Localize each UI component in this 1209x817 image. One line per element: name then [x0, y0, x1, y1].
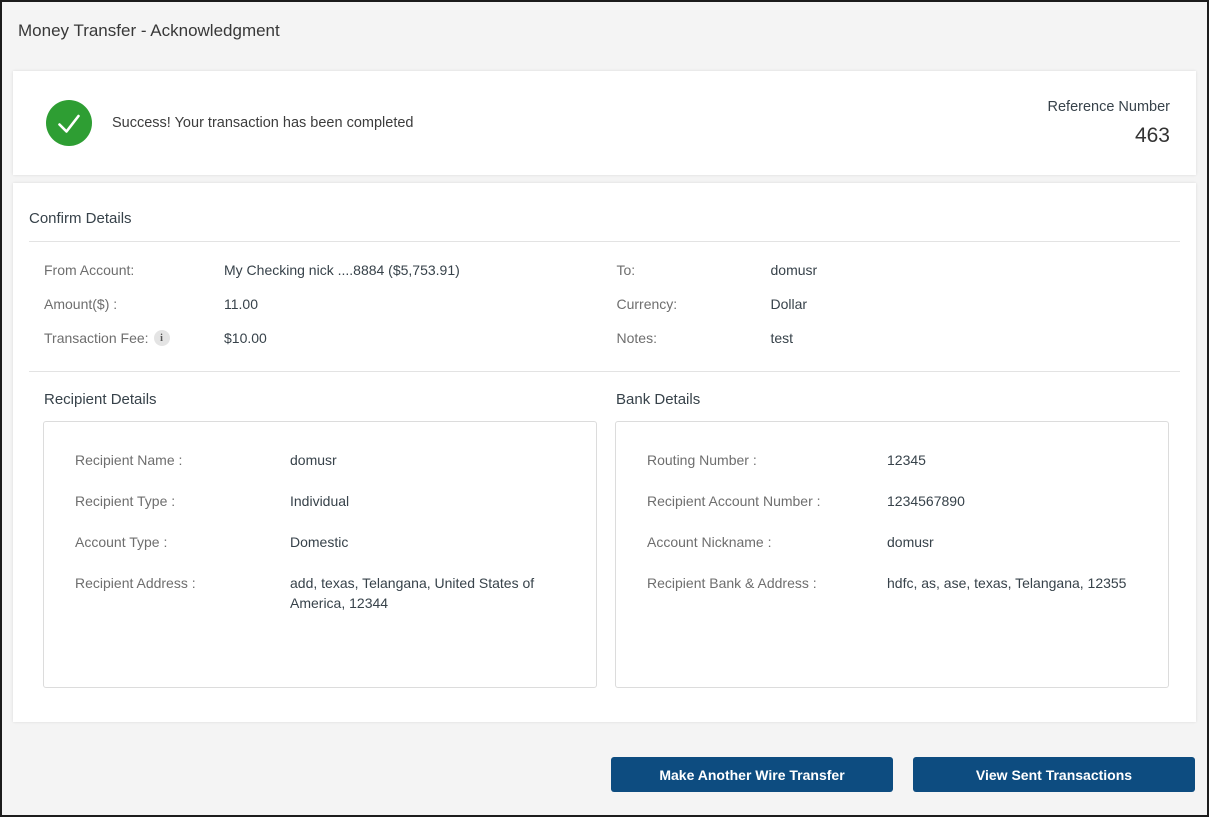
field-recipient-bank-address: Recipient Bank & Address : hdfc, as, ase… [647, 573, 1140, 593]
field-value: test [770, 330, 794, 346]
field-label: Recipient Type : [75, 493, 176, 509]
field-value: hdfc, as, ase, texas, Telangana, 12355 [887, 575, 1127, 591]
success-check-icon [46, 100, 92, 146]
field-account-nickname: Account Nickname : domusr [647, 532, 1140, 552]
bank-details-heading: Bank Details [616, 391, 701, 408]
field-value: Dollar [770, 296, 808, 312]
field-value: Domestic [290, 534, 349, 550]
field-value: My Checking nick ....8884 ($5,753.91) [224, 262, 460, 278]
field-label: Recipient Name : [75, 452, 183, 468]
field-label: Notes: [616, 330, 657, 346]
field-value: $10.00 [224, 330, 267, 346]
view-sent-transactions-button[interactable]: View Sent Transactions [913, 757, 1195, 792]
field-recipient-account-number: Recipient Account Number : 1234567890 [647, 491, 1140, 511]
bank-details-box: Routing Number : 12345 Recipient Account… [615, 421, 1169, 688]
details-card: Confirm Details From Account: My Checkin… [13, 183, 1196, 722]
field-label: Recipient Account Number : [647, 493, 821, 509]
reference-number-label: Reference Number [1047, 98, 1171, 115]
reference-number-block: Reference Number 463 [1048, 99, 1197, 148]
reference-number-value: 463 [1134, 123, 1170, 147]
recipient-details-section: Recipient Details Recipient Name : domus… [43, 372, 597, 688]
field-recipient-type: Recipient Type : Individual [75, 491, 568, 511]
field-label: Account Nickname : [647, 534, 772, 550]
field-label: To: [616, 262, 636, 278]
confirm-details-heading: Confirm Details [29, 210, 132, 227]
field-label: From Account: [44, 262, 135, 278]
field-from-account: From Account: My Checking nick ....8884 … [13, 253, 605, 287]
field-label: Transaction Fee: [44, 330, 149, 346]
field-label: Currency: [616, 296, 678, 312]
confirm-details-fields: From Account: My Checking nick ....8884 … [13, 242, 1196, 355]
field-label: Recipient Address : [75, 575, 196, 591]
field-transaction-fee: Transaction Fee: i $10.00 [13, 321, 605, 355]
field-amount: Amount($) : 11.00 [13, 287, 605, 321]
field-recipient-address: Recipient Address : add, texas, Telangan… [75, 573, 568, 613]
field-currency: Currency: Dollar [605, 287, 1197, 321]
success-message: Success! Your transaction has been compl… [112, 115, 414, 131]
field-label: Routing Number : [647, 452, 757, 468]
field-value: 1234567890 [887, 493, 965, 509]
bank-details-section: Bank Details Routing Number : 12345 Reci… [615, 372, 1169, 688]
field-value: Individual [290, 493, 350, 509]
recipient-details-box: Recipient Name : domusr Recipient Type :… [43, 421, 597, 688]
field-value: add, texas, Telangana, United States of … [290, 575, 535, 611]
action-buttons: Make Another Wire Transfer View Sent Tra… [2, 757, 1195, 792]
field-account-type: Account Type : Domestic [75, 532, 568, 552]
field-label: Account Type : [75, 534, 168, 550]
field-to: To: domusr [605, 253, 1197, 287]
field-label: Amount($) : [44, 296, 118, 312]
success-banner: Success! Your transaction has been compl… [13, 71, 1196, 175]
field-value: 11.00 [224, 296, 258, 312]
field-value: domusr [770, 262, 818, 278]
field-notes: Notes: test [605, 321, 1197, 355]
field-value: 12345 [887, 452, 926, 468]
field-value: domusr [290, 452, 337, 468]
field-recipient-name: Recipient Name : domusr [75, 450, 568, 470]
field-label: Recipient Bank & Address : [647, 575, 817, 591]
info-icon[interactable]: i [153, 330, 170, 346]
page-title: Money Transfer - Acknowledgment [18, 21, 280, 40]
field-value: domusr [887, 534, 934, 550]
make-another-wire-transfer-button[interactable]: Make Another Wire Transfer [611, 757, 893, 792]
field-routing-number: Routing Number : 12345 [647, 450, 1140, 470]
recipient-details-heading: Recipient Details [44, 391, 157, 408]
